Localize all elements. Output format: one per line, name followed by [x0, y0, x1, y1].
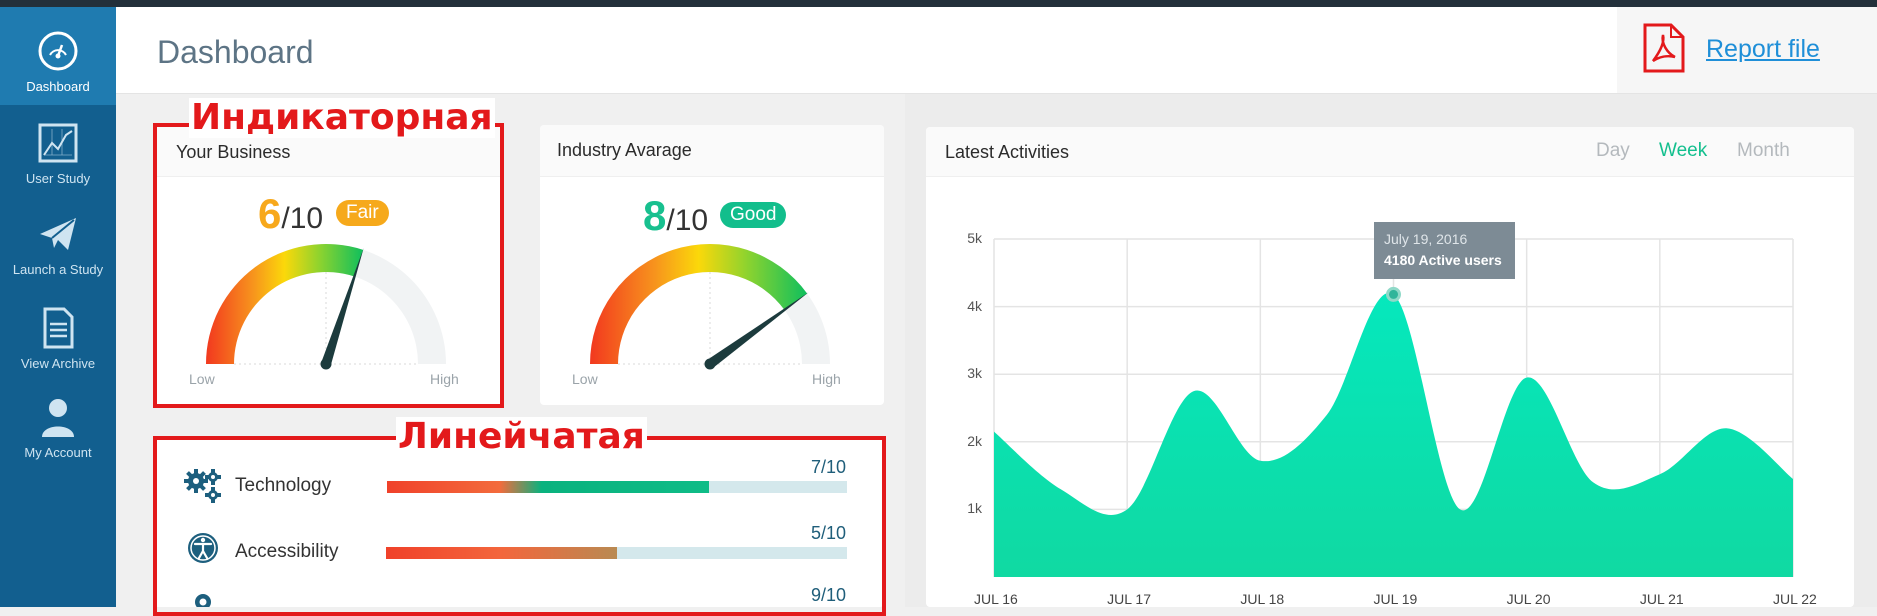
y-tick-label: 5k [967, 230, 982, 246]
y-tick-label: 3k [967, 365, 982, 382]
industry-average-gauge [590, 244, 830, 370]
x-tick-label: JUL 22 [1773, 591, 1817, 607]
bar-track-technology [387, 481, 847, 493]
chart-tooltip: July 19, 2016 4180 Active users [1374, 222, 1515, 279]
gauge-annotation-box [153, 123, 504, 408]
tab-day[interactable]: Day [1596, 140, 1630, 162]
gauge-high-label: High [812, 371, 841, 387]
sidebar-item-label: Dashboard [26, 79, 90, 94]
tab-month[interactable]: Month [1737, 140, 1790, 162]
x-tick-label: JUL 19 [1373, 591, 1418, 607]
bar-score-technology: 7/10 [811, 457, 847, 477]
pdf-icon[interactable] [1641, 23, 1687, 73]
industry-average-title: Industry Avarage [557, 140, 692, 160]
sidebar-item-dashboard[interactable]: Dashboard [0, 7, 116, 105]
bar-label-accessibility: Accessibility [235, 541, 339, 562]
tab-week[interactable]: Week [1659, 140, 1707, 162]
sidebar-item-launch-a-study[interactable]: Launch a Study [0, 194, 116, 285]
user-icon [0, 395, 116, 439]
gears-icon [184, 469, 221, 503]
bar-annotation-box [153, 436, 886, 616]
bar-fill-technology [387, 481, 709, 493]
tooltip-value: 4180 Active users [1384, 252, 1502, 268]
document-icon [0, 306, 116, 350]
bar-label-technology: Technology [235, 475, 332, 496]
active-users-area-series [994, 292, 1793, 577]
gauge-hub [704, 358, 716, 370]
line-chart-icon [0, 121, 116, 165]
industry-score: 8/10 [643, 192, 708, 240]
gauge-fill [590, 244, 808, 364]
y-tick-label: 1k [967, 500, 982, 517]
y-tick-label: 2k [967, 432, 982, 449]
window-top-bar [0, 0, 1877, 7]
accessibility-icon [188, 533, 218, 563]
bar-annotation-label: Линейчатая [396, 416, 647, 457]
score-value: 8 [643, 192, 667, 239]
bar-track-accessibility [386, 547, 847, 559]
score-out-of: /10 [666, 204, 709, 237]
report-file-link[interactable]: Report file [1706, 35, 1820, 64]
sidebar-item-label: User Study [25, 171, 91, 186]
gauge-annotation-label: Индикаторная [189, 97, 495, 138]
highlight-point [1386, 286, 1401, 302]
location-pin-icon [195, 594, 211, 607]
paper-plane-icon [0, 212, 116, 256]
bar-score-accessibility: 5/10 [811, 523, 847, 543]
page-title: Dashboard [157, 34, 314, 70]
sidebar-item-user-study[interactable]: User Study [0, 103, 116, 194]
x-tick-label: JUL 17 [1107, 591, 1151, 607]
sidebar-item-my-account[interactable]: My Account [0, 377, 116, 467]
sidebar-item-view-archive[interactable]: View Archive [0, 288, 116, 377]
rating-badge-good: Good [720, 202, 787, 228]
y-tick-label: 4k [967, 297, 982, 314]
bar-fill-accessibility [386, 547, 617, 559]
dashboard-gauge-icon [0, 29, 116, 73]
sidebar-item-label: Launch a Study [12, 262, 104, 277]
bar-score-third: 9/10 [811, 585, 847, 605]
gauge-needle [707, 292, 809, 369]
x-tick-label: JUL 18 [1240, 591, 1285, 607]
gauge-low-label: Low [572, 371, 598, 387]
sidebar-item-label: View Archive [20, 356, 96, 371]
tooltip-date: July 19, 2016 [1384, 231, 1468, 247]
header-bar [116, 7, 1877, 94]
sidebar-item-label: My Account [24, 445, 92, 460]
x-tick-label: JUL 16 [974, 591, 1018, 607]
x-tick-label: JUL 21 [1639, 591, 1684, 607]
latest-activities-title: Latest Activities [945, 142, 1070, 162]
x-tick-label: JUL 20 [1506, 591, 1551, 607]
